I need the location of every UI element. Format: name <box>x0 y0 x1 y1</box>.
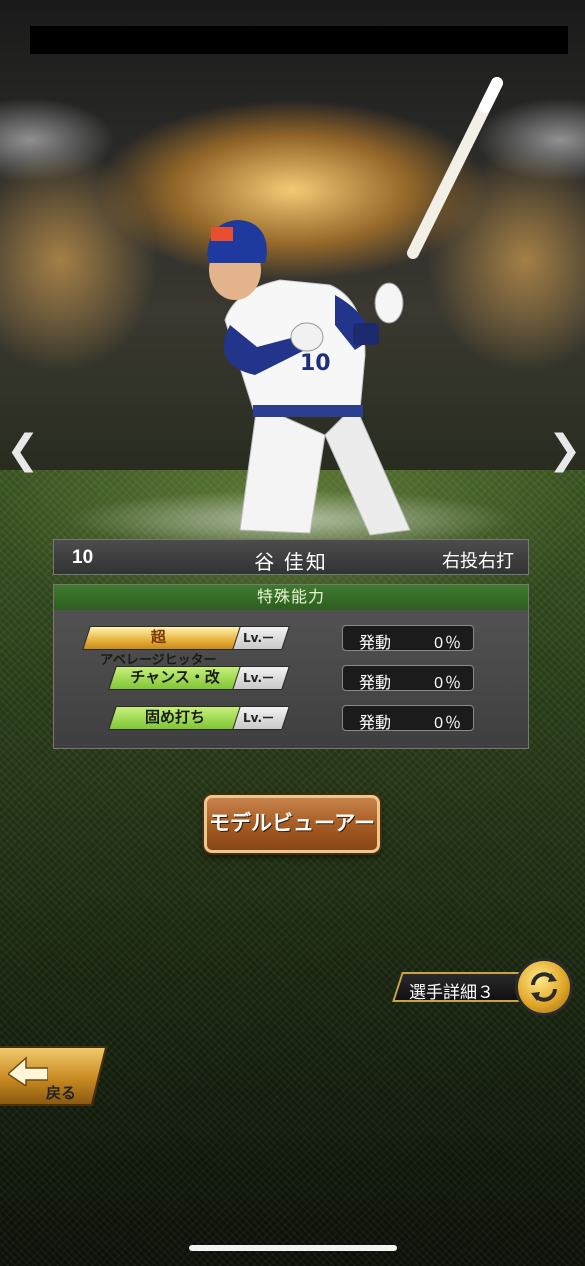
ability-row: 固め打ち Lv.ー 発動 0％ <box>54 704 528 732</box>
ability-row: チャンス・改 Lv.ー 発動 0％ <box>54 664 528 692</box>
ability-label-katameuchi: 固め打ち <box>108 706 242 730</box>
ability-label-chance: チャンス・改 <box>108 666 242 690</box>
ability-level: Lv.ー <box>232 666 290 690</box>
special-abilities-panel: 特殊能力 超アベレージヒッター Lv.ー 発動 0％ チャンス・改 Lv.ー 発… <box>53 584 529 749</box>
previous-player-arrow-icon[interactable]: ❮ <box>6 428 40 472</box>
swap-icon[interactable] <box>515 958 573 1016</box>
special-abilities-header: 特殊能力 <box>54 585 528 610</box>
player-detail-label: 選手詳細３ <box>409 983 494 1002</box>
player-name-bar: 10 谷 佳知 右投右打 <box>53 539 529 575</box>
back-label: 戻る <box>46 1085 77 1102</box>
super-prefix: 超 <box>146 629 168 646</box>
home-indicator[interactable] <box>189 1245 397 1251</box>
model-viewer-button[interactable]: モデルビューアー <box>204 795 380 853</box>
player-detail-button[interactable]: 選手詳細３ <box>392 964 532 1006</box>
activation-rate: 発動 0％ <box>342 625 474 652</box>
ability-label-average-hitter: 超アベレージヒッター <box>82 626 242 667</box>
player-handedness: 右投右打 <box>442 551 514 571</box>
back-arrow-icon <box>8 1056 48 1086</box>
activation-rate: 発動 0％ <box>342 665 474 692</box>
status-bar-redacted <box>30 26 568 54</box>
svg-text:10: 10 <box>300 351 331 376</box>
next-player-arrow-icon[interactable]: ❯ <box>548 428 582 472</box>
ability-level: Lv.ー <box>232 706 290 730</box>
back-button[interactable]: 戻る <box>0 1046 108 1106</box>
ability-level: Lv.ー <box>232 626 290 650</box>
ability-row: 超アベレージヒッター Lv.ー 発動 0％ <box>54 624 528 667</box>
activation-rate: 発動 0％ <box>342 705 474 732</box>
player-image: 10 <box>207 77 503 536</box>
